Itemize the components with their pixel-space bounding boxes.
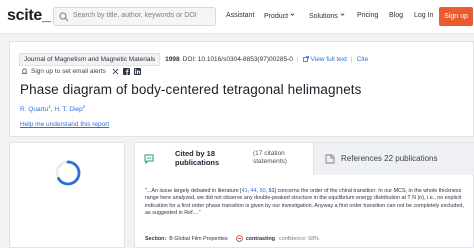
- nav-login[interactable]: Log In: [414, 12, 433, 19]
- signup-button[interactable]: Sign up: [439, 7, 473, 26]
- top-nav: scite_ Search by title, author, keywords…: [0, 0, 474, 34]
- cite-link[interactable]: Cite: [357, 56, 369, 63]
- facebook-icon[interactable]: [122, 68, 130, 75]
- paper-meta: Journal of Magnetism and Magnetic Materi…: [19, 52, 368, 66]
- nav-assistant[interactable]: Assistant: [226, 12, 254, 19]
- alert-row: Sign up to set email alerts: [21, 68, 141, 75]
- citations-panel: Cited by 18 publications (17 citation st…: [134, 142, 474, 248]
- nav-solutions-label: Solutions: [309, 13, 338, 20]
- nav-solutions[interactable]: Solutions: [309, 12, 345, 20]
- divider: |: [296, 55, 299, 63]
- nav-product-label: Product: [264, 13, 289, 20]
- section-name: B Global Film Properties: [169, 235, 228, 242]
- references-icon: [325, 154, 335, 164]
- author-affiliation: 2: [82, 104, 86, 109]
- cited-by-count: Cited by 18 publications: [175, 149, 220, 167]
- citation-snippet: "...An issue largely debated in literatu…: [145, 188, 469, 218]
- author-link[interactable]: H. T. Diep: [54, 106, 82, 113]
- chevron-down-icon: [340, 13, 345, 16]
- section-label: Section:: [145, 235, 167, 242]
- linkedin-icon[interactable]: [133, 68, 141, 75]
- citation-statements-count: (17 citation statements): [253, 150, 287, 165]
- references-count: References 22 publications: [341, 154, 438, 163]
- contrasting-label: contrasting: [245, 235, 276, 242]
- author-list: R. Quartu1, H. T. Diep2: [20, 104, 85, 113]
- quote-bubble-icon: [144, 154, 154, 164]
- search-input[interactable]: Search by title, author, keywords or DOI: [53, 7, 216, 26]
- nav-product[interactable]: Product: [264, 12, 295, 20]
- twitter-icon[interactable]: [112, 68, 119, 75]
- author-link[interactable]: R. Quartu: [20, 106, 48, 113]
- tally-panel: [9, 142, 125, 248]
- view-full-text-link[interactable]: View full text: [311, 56, 347, 63]
- nav-blog[interactable]: Blog: [389, 12, 403, 19]
- tab-references[interactable]: References 22 publications: [313, 143, 474, 175]
- help-understand-link[interactable]: Help me understand this report: [20, 121, 109, 128]
- citation-tabs: Cited by 18 publications (17 citation st…: [135, 143, 474, 175]
- contrasting-icon: [235, 235, 243, 242]
- paper-doi: DOI: 10.1016/s0304-8853(97)00285-0: [182, 55, 293, 63]
- snippet-footer: Section: B Global Film Properties contra…: [145, 235, 319, 242]
- confidence-value: confidence: 58%: [279, 235, 319, 242]
- email-alert-link[interactable]: Sign up to set email alerts: [31, 68, 106, 75]
- external-link-icon: [302, 56, 309, 62]
- scite-logo[interactable]: scite_: [7, 7, 51, 25]
- search-icon: [59, 12, 69, 22]
- chevron-down-icon: [290, 13, 295, 16]
- bell-icon: [22, 68, 27, 74]
- snippet-prefix: "...An issue largely debated in literatu…: [145, 188, 242, 194]
- tab-cited-by[interactable]: Cited by 18 publications (17 citation st…: [135, 143, 313, 175]
- paper-year: 1998: [165, 55, 180, 63]
- paper-title: Phase diagram of body-centered tetragona…: [20, 82, 362, 97]
- search-placeholder: Search by title, author, keywords or DOI: [73, 12, 197, 19]
- journal-name[interactable]: Journal of Magnetism and Magnetic Materi…: [19, 52, 161, 66]
- paper-card: Journal of Magnetism and Magnetic Materi…: [9, 41, 474, 137]
- loading-spinner-icon: [55, 160, 81, 186]
- nav-pricing[interactable]: Pricing: [357, 12, 378, 19]
- divider: |: [350, 55, 353, 63]
